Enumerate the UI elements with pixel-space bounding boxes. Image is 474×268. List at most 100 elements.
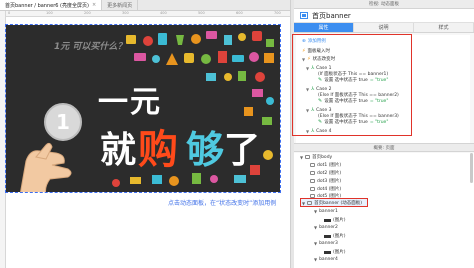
action-icon: ✎ bbox=[318, 119, 323, 125]
outline-label: dot1 (图片) bbox=[317, 163, 342, 168]
chevron-down-icon: ▼ bbox=[314, 241, 318, 246]
event-label: 面板载入时 bbox=[307, 49, 331, 54]
lightning-icon: ⚡ bbox=[302, 48, 306, 54]
dynamic-panel-icon bbox=[307, 201, 313, 205]
homepage-banner-panel[interactable]: 1元 可以买什么？ 一元 1 就 购 够 了 bbox=[5, 24, 281, 193]
outline-item[interactable]: (图片) bbox=[324, 217, 346, 223]
image-thumbnail bbox=[324, 234, 331, 238]
ruler-tick: 400 bbox=[160, 11, 167, 15]
outline-item[interactable]: (图片) bbox=[324, 233, 346, 239]
outline-label: banner3 bbox=[319, 241, 338, 246]
outline-item[interactable]: (图片) bbox=[324, 249, 346, 255]
outline-item[interactable]: ▼ banner3 bbox=[314, 241, 338, 246]
image-icon bbox=[310, 163, 315, 167]
outline-item[interactable]: dot3 (图片) bbox=[310, 178, 341, 184]
ruler-tick: 300 bbox=[122, 11, 129, 15]
outline-item[interactable]: ▼ banner2 bbox=[314, 225, 338, 230]
case-row-4[interactable]: ▼ ⅄ Case 4 bbox=[306, 128, 331, 134]
action-text: 设置 选中状态于 true bbox=[324, 99, 368, 104]
document-tabbar: 首页banner / banner6 (亮度全屏页) × 更多新闻页 bbox=[0, 0, 290, 11]
outline-label: banner1 bbox=[319, 209, 338, 214]
outline-item[interactable]: dot4 (图片) bbox=[310, 186, 341, 192]
outline-item[interactable]: ▼ 首页body bbox=[300, 154, 333, 161]
outline-tree: ▼ 首页body dot1 (图片) dot2 (图片) dot3 (图片) d… bbox=[294, 153, 474, 268]
tab-homepage-banner[interactable]: 首页banner / banner6 (亮度全屏页) × bbox=[0, 0, 103, 10]
tab-notes[interactable]: 说明 bbox=[354, 23, 414, 32]
outline-label: 首页banner (动态面板) bbox=[314, 201, 362, 206]
action-value: = "true" bbox=[369, 119, 389, 125]
dynamic-panel-icon bbox=[300, 12, 308, 19]
image-icon bbox=[310, 179, 315, 183]
ruler-tick: 600 bbox=[236, 11, 243, 15]
outline-label: dot5 (图片) bbox=[317, 194, 342, 199]
outline-label: (图片) bbox=[333, 234, 346, 239]
case-action[interactable]: ✎ 设置 选中状态于 true = "true" bbox=[318, 119, 388, 125]
inspector-header: 检视: 动态面板 bbox=[294, 0, 474, 9]
case-name: Case 4 bbox=[316, 128, 332, 134]
interactions-list: ⊕ 添加用例 ⚡ 面板载入时 ▼ ⚡ 状态改变时 ▼ ⅄ Case 1 (If … bbox=[292, 34, 470, 143]
outline-item-selected[interactable]: ▼ 首页banner (动态面板) bbox=[302, 200, 362, 207]
inspector-panel: 检视: 动态面板 首页banner 属性 说明 样式 ⊕ 添加用例 ⚡ 面板载入… bbox=[292, 0, 474, 268]
banner-word-gou: 购 bbox=[138, 127, 178, 173]
outline-item[interactable]: dot2 (图片) bbox=[310, 170, 341, 176]
outline-item[interactable]: ▼ banner4 bbox=[314, 257, 338, 262]
ruler-tick: 700 bbox=[274, 11, 281, 15]
tab-properties[interactable]: 属性 bbox=[294, 23, 354, 32]
chevron-down-icon: ▼ bbox=[314, 225, 318, 230]
banner-word-jiu: 就 bbox=[100, 130, 137, 171]
chevron-down-icon: ▼ bbox=[314, 209, 318, 214]
action-text: 设置 选中状态于 true bbox=[324, 78, 368, 83]
action-value: = "true" bbox=[369, 98, 389, 104]
ruler-tick: 500 bbox=[198, 11, 205, 15]
outline-label: dot4 (图片) bbox=[317, 187, 342, 192]
case-icon: ⅄ bbox=[311, 107, 315, 113]
tab-more-news[interactable]: 更多新闻页 bbox=[102, 0, 139, 10]
case-icon: ⅄ bbox=[311, 86, 315, 92]
ruler-tick: 0 bbox=[8, 11, 11, 15]
ruler-tick: 200 bbox=[84, 11, 91, 15]
outline-item[interactable]: dot1 (图片) bbox=[310, 162, 341, 168]
chevron-down-icon: ▼ bbox=[314, 257, 318, 262]
chevron-down-icon: ▼ bbox=[302, 56, 306, 62]
action-icon: ✎ bbox=[318, 98, 323, 104]
action-icon: ✎ bbox=[318, 77, 323, 83]
outline-item[interactable]: ▼ banner1 bbox=[314, 209, 338, 214]
action-text: 设置 选中状态于 true bbox=[324, 120, 368, 125]
image-icon bbox=[310, 187, 315, 191]
outline-scrollbar[interactable] bbox=[470, 153, 473, 183]
ruler-tick: 100 bbox=[46, 11, 53, 15]
image-icon bbox=[310, 194, 315, 198]
tab-style[interactable]: 样式 bbox=[414, 23, 474, 32]
banner-subtitle: 1元 可以买什么？ bbox=[54, 42, 127, 52]
banner-headline-yiyuan: 一元 bbox=[98, 85, 162, 120]
widget-name-row: 首页banner bbox=[294, 9, 474, 23]
case-icon: ⅄ bbox=[311, 65, 315, 71]
chevron-down-icon: ▼ bbox=[300, 154, 304, 160]
case-name: Case 2 bbox=[316, 86, 332, 92]
case-action[interactable]: ✎ 设置 选中状态于 true = "true" bbox=[318, 98, 388, 104]
image-thumbnail bbox=[324, 218, 331, 222]
outline-label: dot2 (图片) bbox=[317, 171, 342, 176]
case-action[interactable]: ✎ 设置 选中状态于 true = "true" bbox=[318, 77, 388, 83]
event-state-change[interactable]: ▼ ⚡ 状态改变时 bbox=[302, 56, 335, 62]
axure-workspace: 首页banner / banner6 (亮度全屏页) × 更多新闻页 0 100… bbox=[0, 0, 474, 268]
close-icon[interactable]: × bbox=[92, 2, 96, 8]
widget-name[interactable]: 首页banner bbox=[312, 11, 351, 21]
outline-label: 首页body bbox=[312, 155, 333, 160]
case-icon: ⅄ bbox=[311, 128, 315, 134]
event-panel-load[interactable]: ⚡ 面板载入时 bbox=[302, 48, 330, 54]
outline-item[interactable]: dot5 (图片) bbox=[310, 193, 341, 199]
lightning-icon: ⚡ bbox=[307, 56, 311, 62]
chevron-down-icon: ▼ bbox=[306, 86, 310, 92]
banner-word-gou2: 够 bbox=[186, 128, 225, 172]
add-case-link[interactable]: ⊕ 添加用例 bbox=[302, 38, 326, 45]
outline-label: banner2 bbox=[319, 225, 338, 230]
add-case-label: 添加用例 bbox=[307, 39, 326, 44]
coin-image: 1 bbox=[44, 103, 82, 141]
canvas-instruction-note: 点击动态面板，在“状态改变时”添加用例 bbox=[168, 200, 277, 207]
page-icon bbox=[305, 155, 311, 159]
event-label: 状态改变时 bbox=[312, 57, 336, 62]
tab-label: 首页banner / banner6 (亮度全屏页) bbox=[5, 2, 89, 9]
action-value: = "true" bbox=[369, 77, 389, 83]
chevron-down-icon: ▼ bbox=[302, 200, 306, 206]
